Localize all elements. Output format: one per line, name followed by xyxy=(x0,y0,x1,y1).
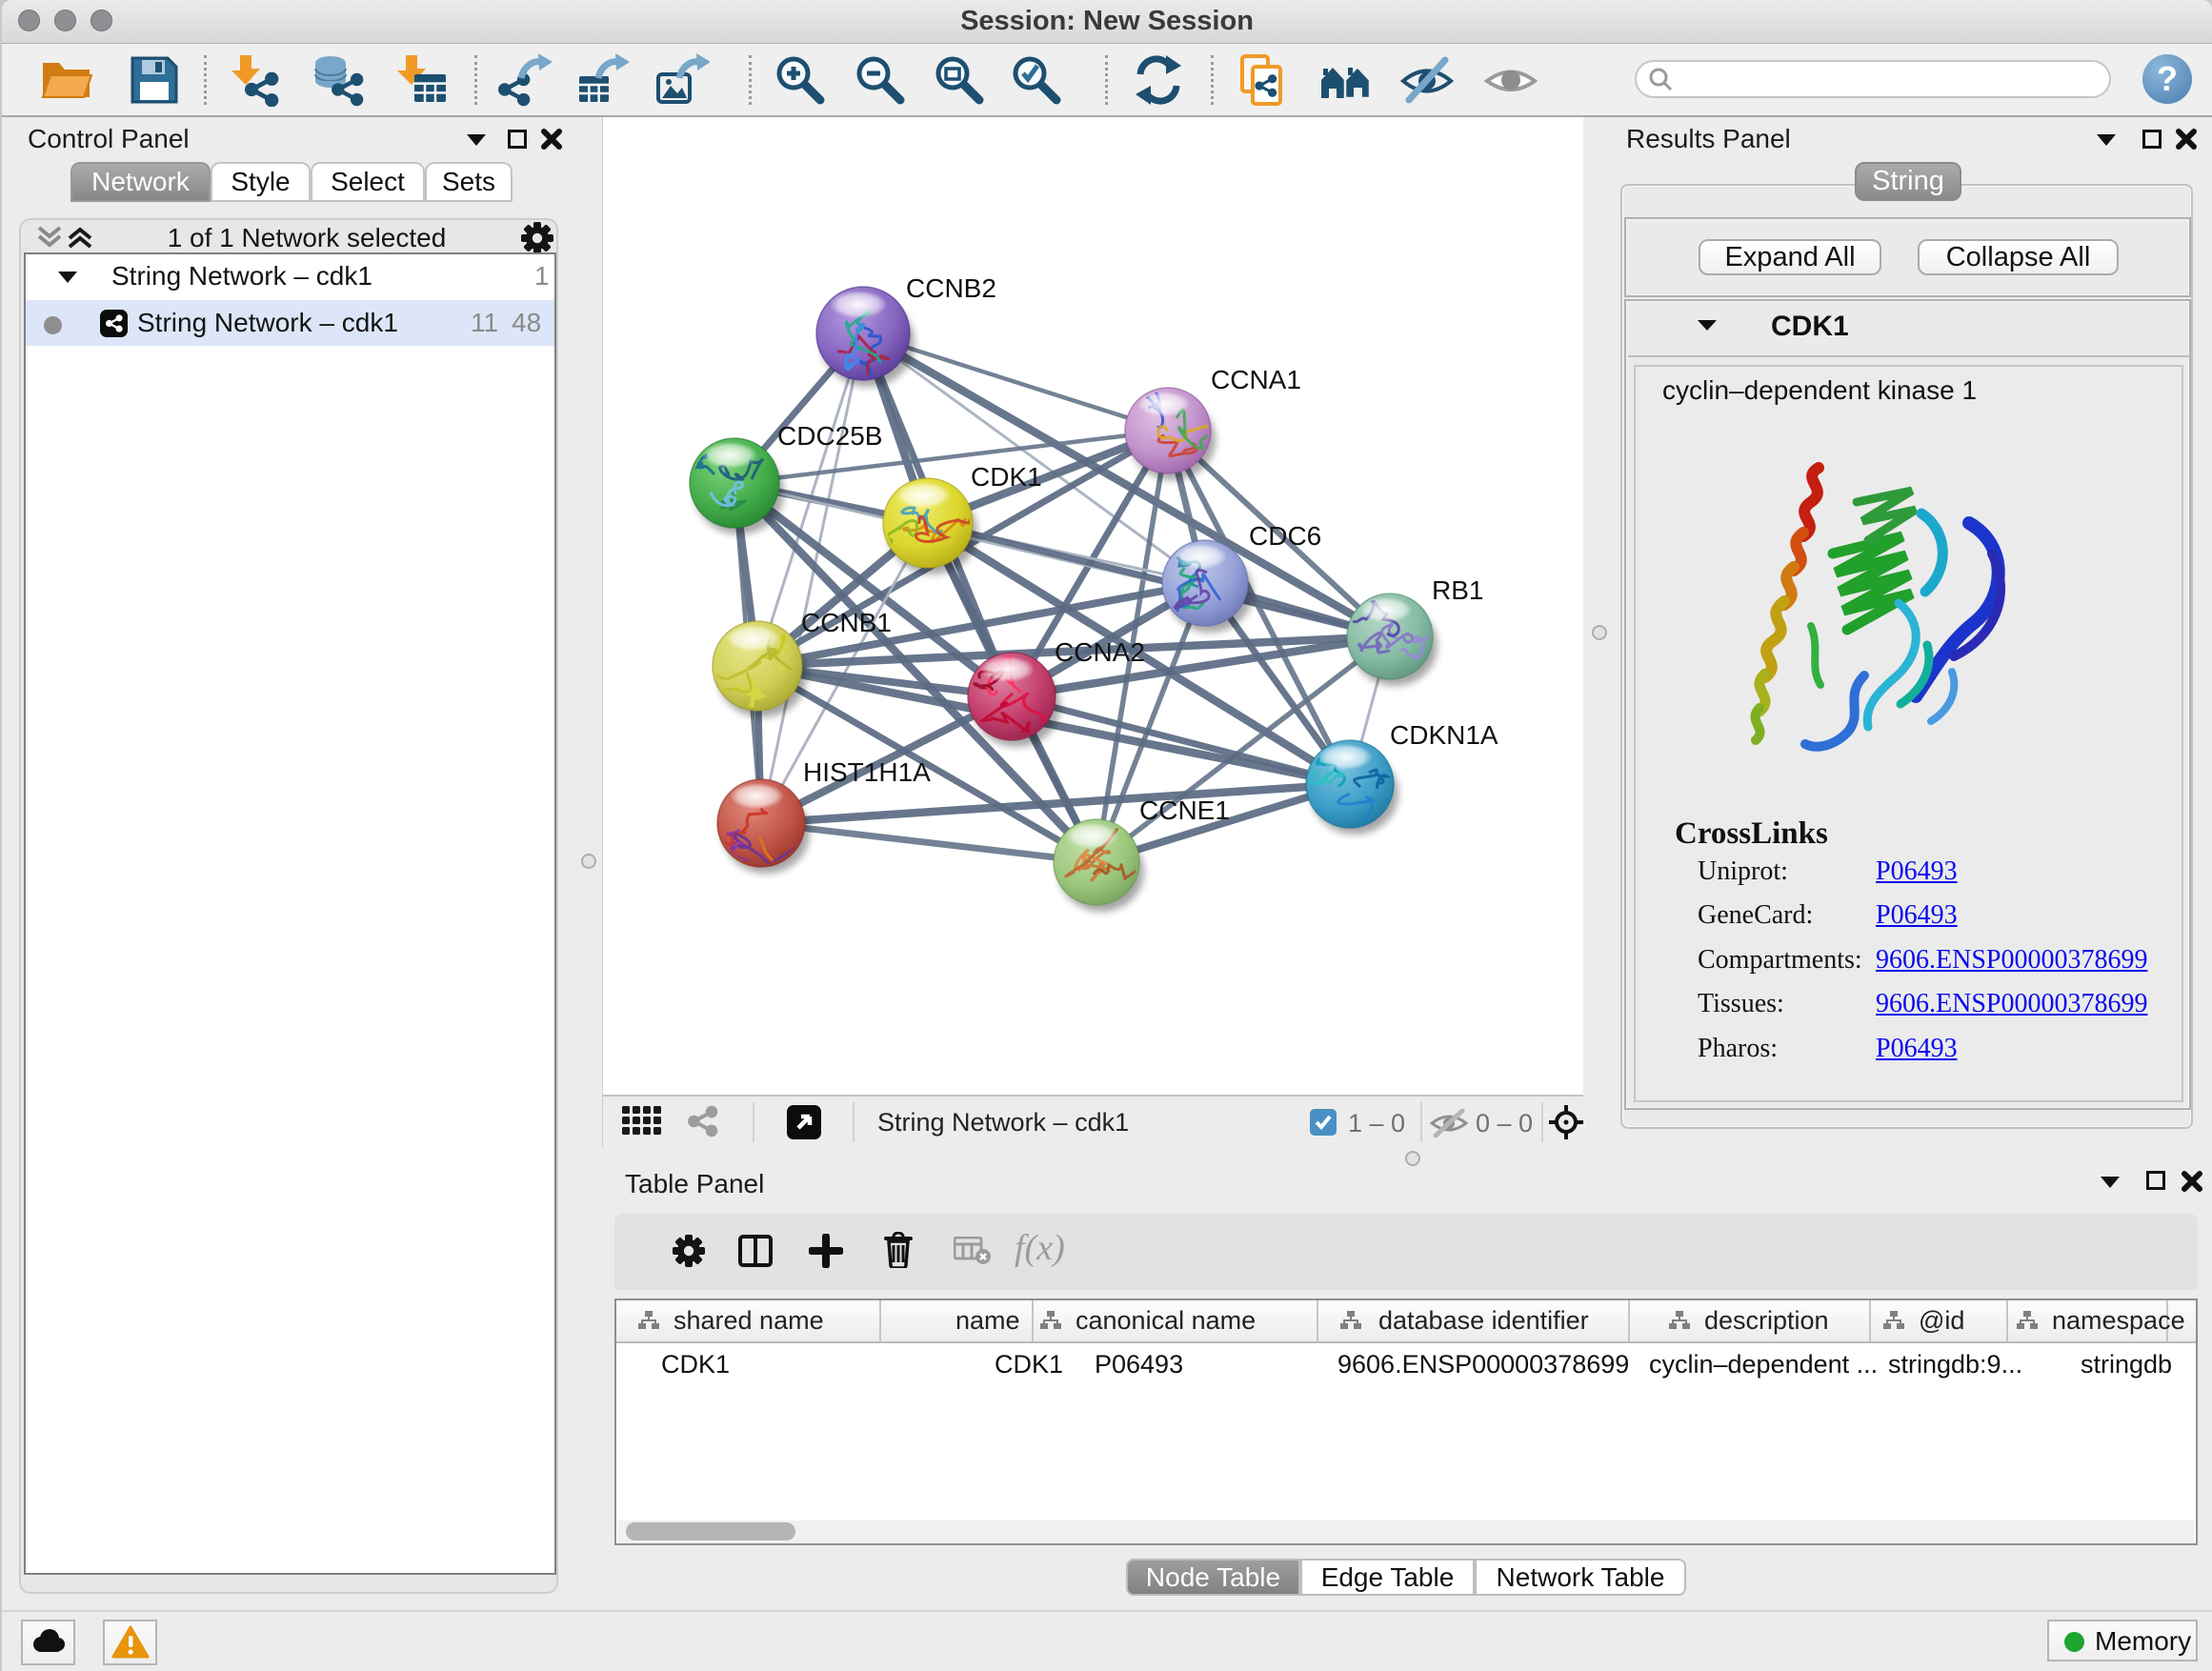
svg-text:CCNB2: CCNB2 xyxy=(906,273,996,303)
svg-text:CDC6: CDC6 xyxy=(1249,521,1321,551)
svg-text:CCNA1: CCNA1 xyxy=(1211,365,1301,394)
svg-text:CDC25B: CDC25B xyxy=(777,421,882,451)
svg-text:CCNB1: CCNB1 xyxy=(801,608,892,637)
svg-text:CDK1: CDK1 xyxy=(971,462,1042,492)
svg-text:CDKN1A: CDKN1A xyxy=(1390,720,1498,750)
svg-text:CCNE1: CCNE1 xyxy=(1139,795,1230,825)
svg-text:?: ? xyxy=(2157,59,2178,98)
svg-text:HIST1H1A: HIST1H1A xyxy=(803,757,931,787)
svg-text:RB1: RB1 xyxy=(1432,575,1483,605)
svg-text:CCNA2: CCNA2 xyxy=(1055,637,1145,667)
